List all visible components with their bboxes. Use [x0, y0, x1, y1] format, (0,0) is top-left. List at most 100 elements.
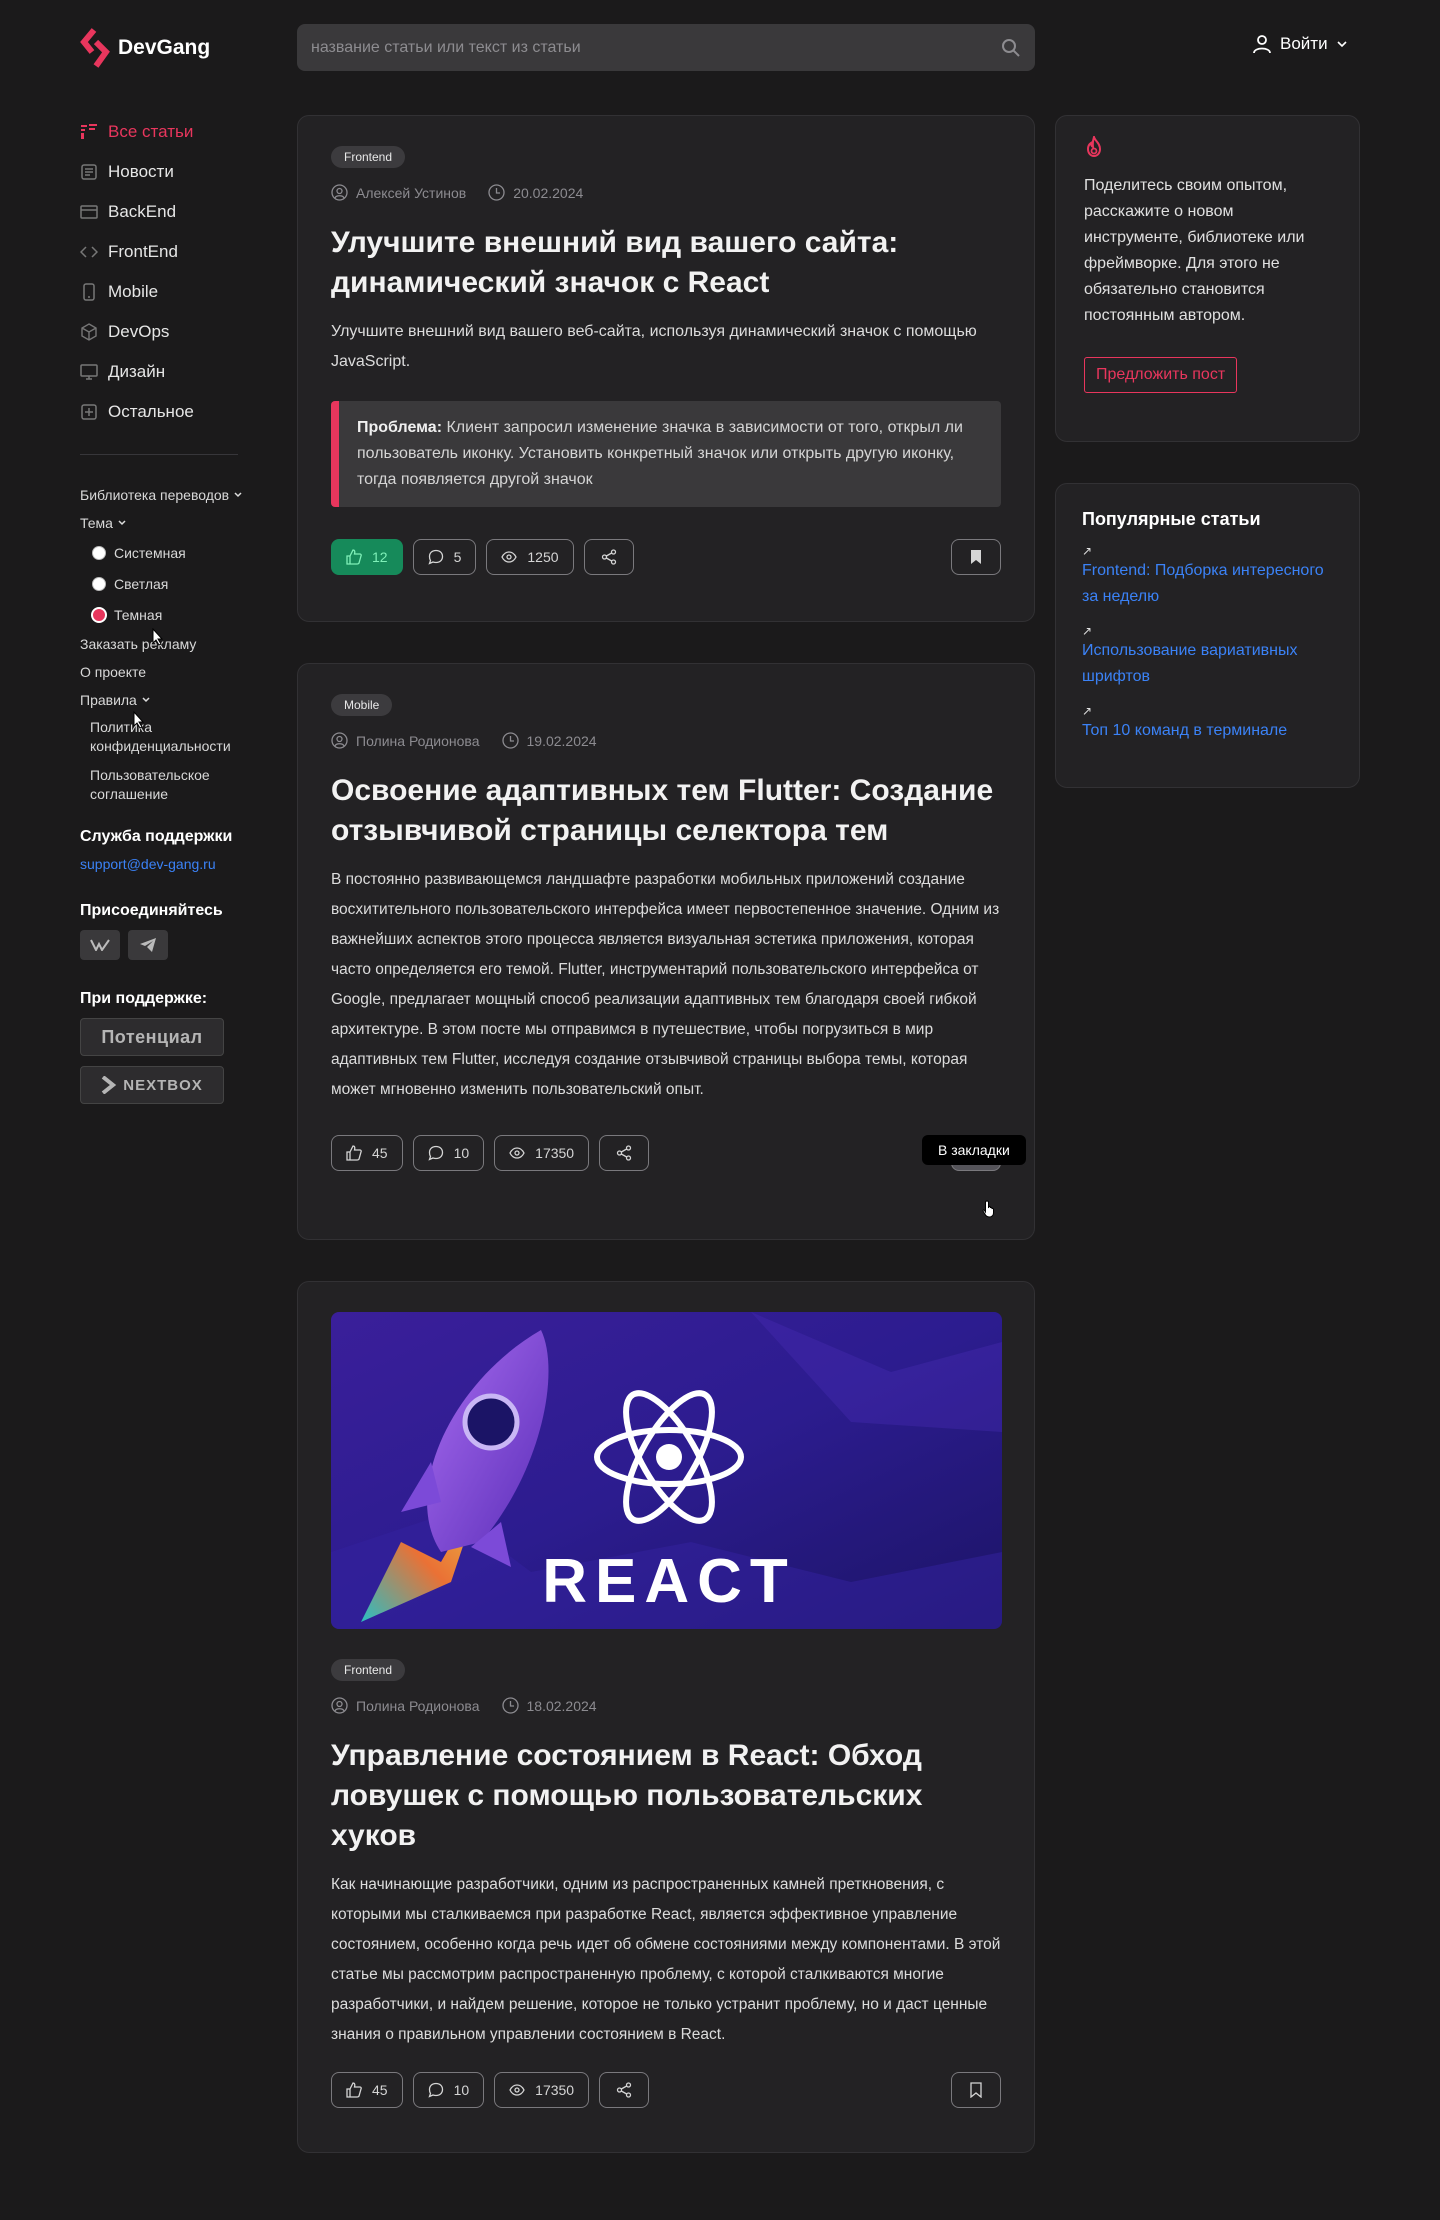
suggest-post-button[interactable]: Предложить пост	[1084, 357, 1238, 393]
popular-item: ↗ Использование вариативных шрифтов	[1082, 624, 1331, 690]
theme-dropdown[interactable]: Тема	[80, 509, 250, 537]
about-label: О проекте	[80, 664, 147, 680]
eye-icon	[509, 2084, 525, 2096]
translations-dropdown[interactable]: Библиотека переводов	[80, 481, 250, 509]
share-button[interactable]	[599, 2072, 650, 2108]
article-card[interactable]: REACT Frontend Полина Родионова 18.02.20…	[297, 1281, 1035, 2153]
article-title[interactable]: Улучшите внешний вид вашего сайта: динам…	[331, 223, 1001, 303]
bookmark-button[interactable]	[951, 539, 1001, 575]
comments-button[interactable]: 5	[412, 539, 477, 575]
date: 18.02.2024	[501, 1697, 597, 1714]
nav-item-backend[interactable]: BackEnd	[80, 192, 250, 232]
about-link[interactable]: О проекте	[80, 658, 250, 686]
chevron-down-icon	[234, 492, 242, 498]
article-meta: Полина Родионова 18.02.2024	[331, 1697, 1001, 1714]
logo[interactable]: DevGang	[80, 28, 210, 68]
views-button[interactable]: 17350	[494, 1135, 590, 1171]
popular-item: ↗ Frontend: Подборка интересного за неде…	[1082, 544, 1331, 610]
telegram-button[interactable]	[128, 930, 168, 960]
radio-button[interactable]	[92, 545, 106, 560]
problem-text: Клиент запросил изменение значка в завис…	[357, 419, 963, 488]
share-button[interactable]	[599, 1135, 650, 1171]
article-card[interactable]: Frontend Алексей Устинов 20.02.2024 Улуч…	[297, 115, 1035, 622]
brand-name: DevGang	[118, 36, 211, 59]
author[interactable]: Полина Родионова	[331, 1697, 480, 1714]
date: 19.02.2024	[501, 732, 597, 749]
theme-option-light[interactable]: Светлая	[80, 568, 250, 599]
popular-link[interactable]: Топ 10 команд в терминале	[1082, 718, 1331, 744]
user-agreement-link[interactable]: Пользовательское соглашение	[80, 766, 250, 804]
theme-option-dark[interactable]: Темная	[80, 599, 250, 630]
share-icon	[616, 1145, 632, 1161]
promo-text: Поделитесь своим опытом, расскажите о но…	[1084, 177, 1305, 324]
divider	[80, 454, 238, 455]
devgang-logo-icon	[80, 28, 110, 68]
sponsor-potential[interactable]: Потенциал	[80, 1018, 224, 1056]
article-cover-image[interactable]: REACT	[331, 1312, 1002, 1629]
view-count: 17350	[535, 1145, 575, 1161]
comments-button[interactable]: 10	[412, 2072, 485, 2108]
react-rocket-illustration: REACT	[331, 1312, 1002, 1629]
views-button[interactable]: 17350	[494, 2072, 590, 2108]
article-excerpt: В постоянно развивающемся ландшафте разр…	[331, 871, 1000, 1098]
nav-label: Остальное	[108, 402, 194, 421]
nav-label: Новости	[108, 162, 174, 181]
mobile-icon	[83, 283, 95, 301]
thumbs-up-icon	[346, 2082, 362, 2098]
like-button[interactable]: 12	[331, 539, 403, 575]
arrow-up-right-icon: ↗	[1082, 544, 1093, 558]
tag-badge[interactable]: Mobile	[331, 694, 393, 716]
article-meta: Полина Родионова 19.02.2024	[331, 732, 1001, 749]
search-input[interactable]	[311, 38, 1001, 57]
date-text: 20.02.2024	[513, 184, 584, 201]
nav-item-other[interactable]: Остальное	[80, 392, 250, 432]
support-email-link[interactable]: support@dev-gang.ru	[80, 856, 250, 872]
radio-button[interactable]	[92, 576, 106, 591]
nav-item-frontend[interactable]: FrontEnd	[80, 232, 250, 272]
bookmark-tooltip: В закладки	[922, 1135, 1026, 1165]
vk-button[interactable]	[80, 930, 120, 960]
vk-icon	[90, 939, 110, 951]
promo-card: Поделитесь своим опытом, расскажите о но…	[1055, 115, 1360, 442]
nav-item-devops[interactable]: DevOps	[80, 312, 250, 352]
author[interactable]: Алексей Устинов	[331, 184, 466, 201]
arrow-up-right-icon: ↗	[1082, 704, 1093, 718]
nav-item-news[interactable]: Новости	[80, 152, 250, 192]
user-circle-icon	[331, 732, 348, 749]
nav-item-design[interactable]: Дизайн	[80, 352, 250, 392]
popular-link[interactable]: Frontend: Подборка интересного за неделю	[1082, 558, 1331, 610]
nav-item-all[interactable]: Все статьи	[80, 112, 250, 152]
like-button[interactable]: 45	[331, 2072, 403, 2108]
bookmark-icon	[971, 550, 981, 564]
author-name: Полина Родионова	[356, 1697, 480, 1714]
nav-item-mobile[interactable]: Mobile	[80, 272, 250, 312]
tag-badge[interactable]: Frontend	[331, 1659, 406, 1681]
share-button[interactable]	[583, 539, 634, 575]
monitor-icon	[80, 364, 98, 380]
user-circle-icon	[331, 1697, 348, 1714]
search-icon[interactable]	[1001, 38, 1021, 58]
like-button[interactable]: 45	[331, 1135, 403, 1171]
comments-button[interactable]: 10	[412, 1135, 485, 1171]
article-title[interactable]: Управление состоянием в React: Обход лов…	[331, 1736, 1001, 1856]
popular-link[interactable]: Использование вариативных шрифтов	[1082, 638, 1331, 690]
cover-text: REACT	[542, 1547, 796, 1616]
sponsor-nextbox[interactable]: NEXTBOX	[80, 1066, 224, 1104]
share-icon	[616, 2082, 632, 2098]
theme-option-system[interactable]: Системная	[80, 537, 250, 568]
views-button[interactable]: 1250	[486, 539, 574, 575]
tag-badge[interactable]: Frontend	[331, 146, 406, 168]
login-button[interactable]: Войти	[1252, 34, 1348, 54]
bookmark-button[interactable]	[951, 2072, 1001, 2108]
author[interactable]: Полина Родионова	[331, 732, 480, 749]
article-title[interactable]: Освоение адаптивных тем Flutter: Создани…	[331, 771, 1001, 851]
rules-dropdown[interactable]: Правила	[80, 686, 250, 714]
comment-count: 10	[453, 1145, 470, 1161]
radio-button-selected[interactable]	[92, 607, 106, 622]
date-text: 19.02.2024	[526, 732, 597, 749]
comment-icon	[428, 2082, 443, 2098]
ads-link[interactable]: Заказать рекламу	[80, 630, 250, 658]
like-count: 12	[372, 549, 388, 565]
popular-item: ↗ Топ 10 команд в терминале	[1082, 704, 1331, 744]
privacy-policy-link[interactable]: Политика конфиденциальности	[80, 718, 250, 756]
